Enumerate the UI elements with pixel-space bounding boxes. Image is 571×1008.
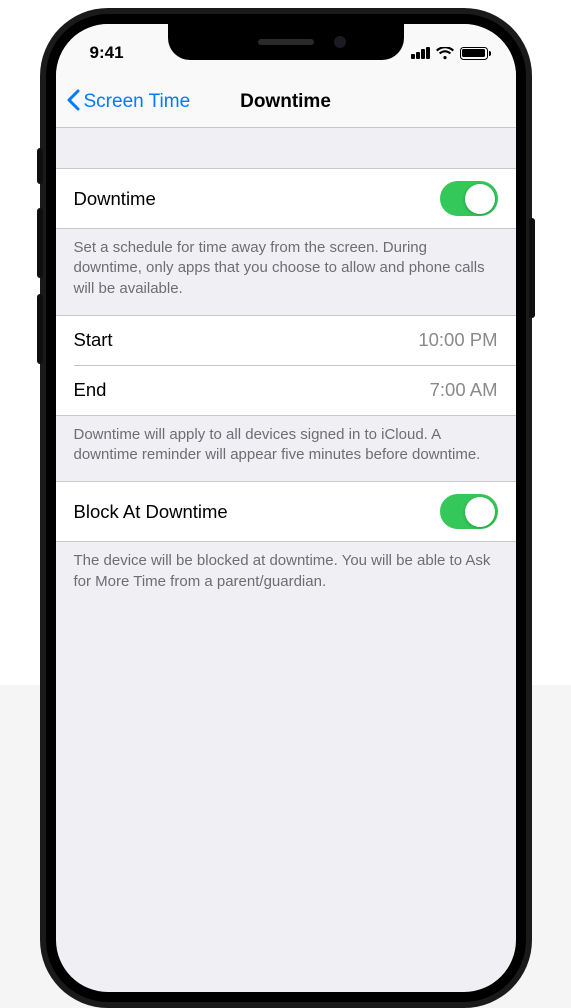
block-toggle-cell[interactable]: Block At Downtime <box>56 481 516 542</box>
block-footer: The device will be blocked at downtime. … <box>56 542 516 608</box>
downtime-footer: Set a schedule for time away from the sc… <box>56 229 516 315</box>
page-title: Downtime <box>240 91 331 113</box>
phone-frame-inner: 9:41 <box>46 14 526 1002</box>
volume-up-button <box>37 208 43 278</box>
phone-frame: 9:41 <box>40 8 532 1008</box>
speaker-grille <box>258 39 314 45</box>
settings-content: Downtime Set a schedule for time away fr… <box>56 128 516 608</box>
front-camera <box>334 36 346 48</box>
battery-icon <box>460 47 488 60</box>
back-button[interactable]: Screen Time <box>66 87 191 117</box>
back-label: Screen Time <box>84 91 191 113</box>
toggle-knob <box>465 184 495 214</box>
device-mockup: 9:41 <box>0 0 571 685</box>
block-label: Block At Downtime <box>74 501 228 523</box>
screen: 9:41 <box>56 24 516 992</box>
end-time-cell[interactable]: End 7:00 AM <box>56 366 516 416</box>
end-value: 7:00 AM <box>430 379 498 401</box>
cellular-signal-icon <box>411 47 430 60</box>
volume-down-button <box>37 294 43 364</box>
downtime-toggle-cell[interactable]: Downtime <box>56 168 516 229</box>
schedule-footer: Downtime will apply to all devices signe… <box>56 416 516 482</box>
wifi-icon <box>436 47 454 60</box>
start-time-cell[interactable]: Start 10:00 PM <box>56 315 516 365</box>
status-indicators <box>411 47 488 60</box>
mute-switch <box>37 148 43 184</box>
section-spacer <box>56 128 516 168</box>
start-value: 10:00 PM <box>418 329 497 351</box>
block-toggle[interactable] <box>440 494 498 529</box>
chevron-left-icon <box>66 87 80 117</box>
toggle-knob <box>465 497 495 527</box>
power-button <box>529 218 535 318</box>
notch <box>168 24 404 60</box>
end-label: End <box>74 379 107 401</box>
start-label: Start <box>74 329 113 351</box>
downtime-label: Downtime <box>74 188 156 210</box>
downtime-toggle[interactable] <box>440 181 498 216</box>
navigation-bar: Screen Time Downtime <box>56 76 516 128</box>
status-time: 9:41 <box>90 43 124 63</box>
